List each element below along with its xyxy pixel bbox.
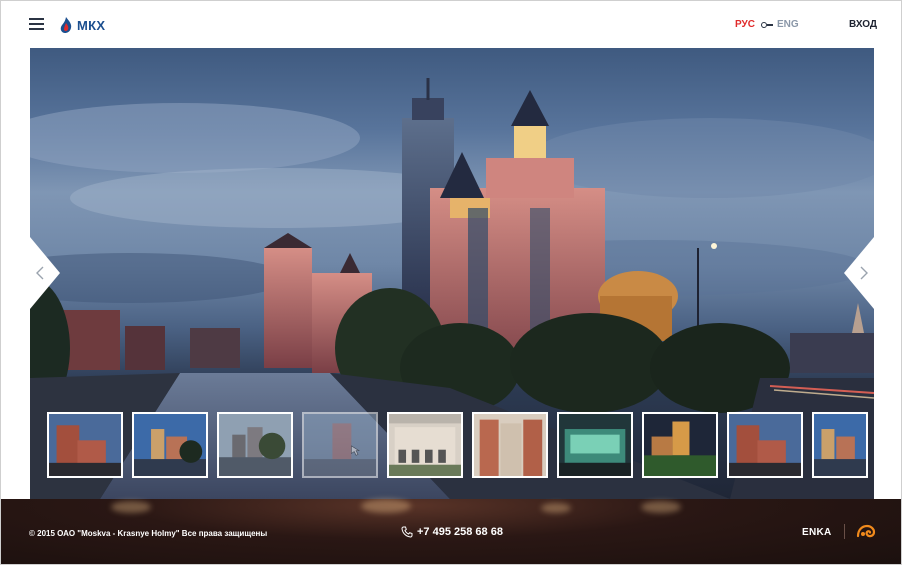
phone-link[interactable]: +7 495 258 68 68 (401, 526, 503, 538)
thumbnail-9[interactable] (727, 412, 803, 478)
thumbnail-3[interactable] (217, 412, 293, 478)
thumbnail-8[interactable] (642, 412, 718, 478)
lang-en-link[interactable]: ENG (777, 19, 799, 30)
partner-divider (844, 524, 845, 539)
copyright-text: © 2015 ОАО "Moskva - Krasnye Holmy" Все … (29, 529, 268, 538)
language-switcher: РУС ENG (735, 19, 799, 30)
logo-text: МКХ (77, 17, 106, 33)
thumbnail-10[interactable] (812, 412, 868, 478)
thumbnail-4[interactable] (302, 412, 378, 478)
chevron-right-icon (860, 266, 868, 280)
thumbnail-1[interactable] (47, 412, 123, 478)
chevron-left-icon (36, 266, 44, 280)
page: МКХ РУС ENG ВХОД © 2015 ОАО "Moskva - Kr… (0, 0, 902, 565)
language-toggle-icon[interactable] (760, 21, 773, 28)
thumbnail-2[interactable] (132, 412, 208, 478)
thumbnail-strip (47, 412, 868, 478)
lang-ru-link[interactable]: РУС (735, 19, 755, 30)
phone-number: +7 495 258 68 68 (417, 526, 503, 538)
thumbnail-7[interactable] (557, 412, 633, 478)
logo[interactable]: МКХ (58, 15, 105, 35)
footer: © 2015 ОАО "Moskva - Krasnye Holmy" Все … (1, 499, 901, 564)
partner-enka-logo[interactable]: ENKA (802, 527, 832, 538)
thumbnail-5[interactable] (387, 412, 463, 478)
thumbnail-6[interactable] (472, 412, 548, 478)
login-link[interactable]: ВХОД (849, 19, 877, 30)
phone-icon (401, 526, 413, 538)
partner-logo-icon[interactable] (856, 524, 876, 538)
logo-flame-icon (60, 17, 72, 33)
menu-icon[interactable] (29, 18, 44, 30)
header: МКХ РУС ENG ВХОД (1, 1, 901, 48)
